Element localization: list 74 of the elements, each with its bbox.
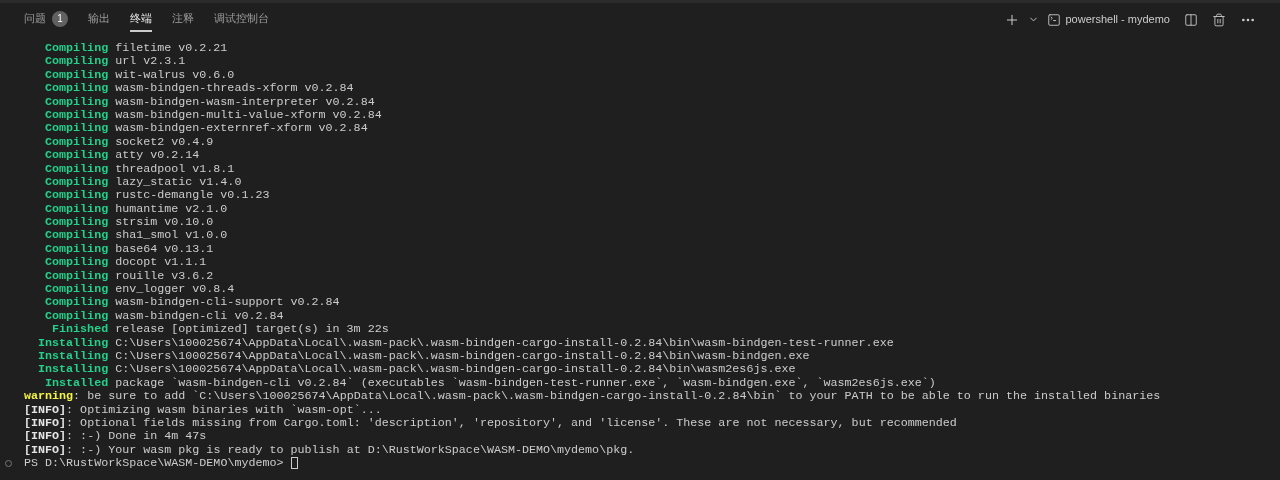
output-text: package `wasm-bindgen-cli v0.2.84` (executables `wasm-bindgen-test-runner.exe`, `wasm-bindgen.exe`, `wasm2es6js.exe`) <box>115 376 936 390</box>
status-label: Compiling <box>44 108 109 123</box>
panel-tab[interactable]: 终端 <box>130 7 152 32</box>
panel-tab[interactable]: 问题 1 <box>24 7 68 32</box>
status-label: Compiling <box>44 283 109 297</box>
output-text: C:\Users\100025674\AppData\Local\.wasm-pack\.wasm-bindgen-cargo-install-0.2.84\bin\wasm2es6js.exe <box>115 363 796 377</box>
output-text: C:\Users\100025674\AppData\Local\.wasm-pack\.wasm-bindgen-cargo-install-0.2.84\bin\wasm-bindgen.exe <box>115 350 810 364</box>
output-text: wasm-bindgen-wasm-interpreter v0.2.84 <box>115 95 375 109</box>
output-text: : Optimizing wasm binaries with `wasm-opt`... <box>66 403 382 417</box>
status-label: Compiling <box>44 202 109 217</box>
status-label: Compiling <box>44 162 109 176</box>
info-label: [INFO] <box>24 416 67 431</box>
trash-icon[interactable] <box>1212 12 1226 27</box>
output-text: wasm-bindgen-cli v0.2.84 <box>115 309 284 324</box>
cursor <box>290 457 298 470</box>
info-label: [INFO] <box>24 443 67 458</box>
status-label: Compiling <box>44 269 109 284</box>
output-text: socket2 v0.4.9 <box>115 135 214 150</box>
status-label: Compiling <box>44 82 109 96</box>
terminal-selector[interactable]: powershell - mydemo <box>1047 11 1170 28</box>
output-text: base64 v0.13.1 <box>115 242 214 257</box>
output-text: : be sure to add `C:\Users\100025674\AppData\Local\.wasm-pack\.wasm-bindgen-cargo-install-0.2.84\bin` to your PATH to be able to run the installed binaries <box>73 390 1161 404</box>
status-label: Installing <box>37 336 109 350</box>
output-text: : :-) Your wasm pkg is ready to publish at D:\RustWorkSpace\WASM-DEMO\mydemo\pkg. <box>66 443 635 458</box>
output-text: release [optimized] target(s) in 3m 22s <box>115 323 389 337</box>
output-text: filetime v0.2.21 <box>115 42 228 56</box>
output-text: docopt v1.1.1 <box>115 256 207 270</box>
output-text: strsim v0.10.0 <box>115 216 214 230</box>
output-text: wasm-bindgen-cli-support v0.2.84 <box>115 296 340 310</box>
info-label: [INFO] <box>24 430 67 444</box>
warning-label: warning <box>24 390 74 404</box>
output-text: wit-walrus v0.6.0 <box>115 68 235 83</box>
output-text: lazy_static v1.4.0 <box>115 175 242 190</box>
output-text: env_logger v0.8.4 <box>115 283 235 297</box>
output-text: wasm-bindgen-multi-value-xform v0.2.84 <box>115 108 382 123</box>
split-icon[interactable] <box>1184 12 1198 27</box>
panel-tab[interactable]: 输出 <box>88 7 110 32</box>
output-text: wasm-bindgen-threads-xform v0.2.84 <box>115 82 354 96</box>
status-label: Compiling <box>44 42 109 56</box>
status-label: Compiling <box>44 55 109 69</box>
status-label: Compiling <box>44 149 109 163</box>
status-label: Compiling <box>44 256 109 270</box>
status-label: Compiling <box>44 95 109 109</box>
output-text: threadpool v1.8.1 <box>115 162 235 176</box>
info-label: [INFO] <box>24 403 67 417</box>
status-label: Compiling <box>44 175 109 190</box>
output-text: sha1_smol v1.0.0 <box>115 229 228 243</box>
status-label: Compiling <box>44 216 109 230</box>
status-label: Compiling <box>44 242 109 257</box>
status-label: Compiling <box>44 135 109 150</box>
output-text: : Optional fields missing from Cargo.toml: 'description', 'repository', and 'license'. These are not necessary, but recommended <box>66 416 957 431</box>
panel-tab[interactable]: 调试控制台 <box>214 7 269 32</box>
status-label: Installed <box>44 376 109 391</box>
status-label: Compiling <box>44 309 109 324</box>
output-text: : :-) Done in 4m 47s <box>66 430 207 444</box>
status-label: Compiling <box>44 229 109 243</box>
panel-tab[interactable]: 注释 <box>172 7 194 32</box>
output-text: url v2.3.1 <box>115 55 186 69</box>
terminal-icon <box>1047 12 1062 27</box>
status-label: Compiling <box>44 296 109 310</box>
count-badge: 1 <box>52 10 68 27</box>
output-text: rustc-demangle v0.1.23 <box>115 189 270 203</box>
prompt-text: PS D:\RustWorkSpace\WASM-DEMO\mydemo> <box>24 457 284 471</box>
status-label: Installing <box>37 363 109 377</box>
output-text: atty v0.2.14 <box>115 149 200 163</box>
status-label: Installing <box>37 350 109 364</box>
status-label: Compiling <box>44 189 109 203</box>
status-label: Compiling <box>44 122 109 136</box>
status-label: Compiling <box>44 68 109 83</box>
output-text: rouille v3.6.2 <box>115 269 214 284</box>
status-label: Finished <box>51 323 109 337</box>
output-text: humantime v2.1.0 <box>115 202 228 217</box>
output-text: C:\Users\100025674\AppData\Local\.wasm-pack\.wasm-bindgen-cargo-install-0.2.84\bin\wasm-bindgen-test-runner.exe <box>115 336 894 350</box>
output-text: wasm-bindgen-externref-xform v0.2.84 <box>115 122 368 136</box>
